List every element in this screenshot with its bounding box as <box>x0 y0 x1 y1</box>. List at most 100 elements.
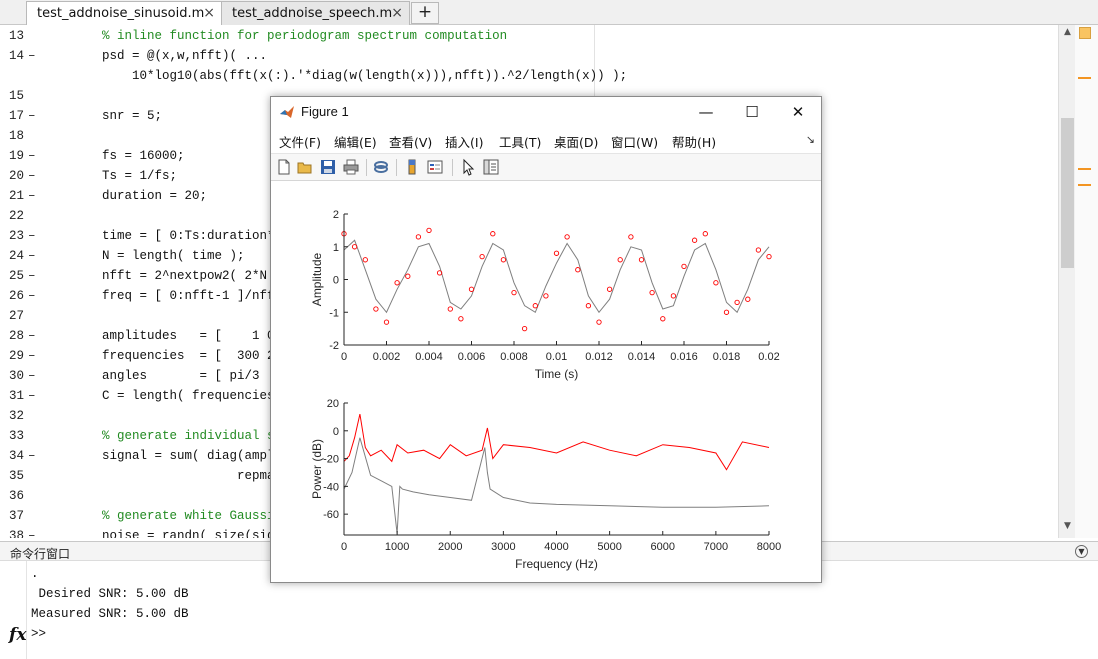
breakpoint-marker[interactable]: – <box>28 326 36 346</box>
breakpoint-marker[interactable]: – <box>28 226 36 246</box>
data-point-marker <box>670 293 677 299</box>
dock-arrow-icon[interactable]: ↘ <box>806 133 815 146</box>
breakpoint-marker[interactable]: – <box>28 366 36 386</box>
line-number: 36 <box>8 489 24 503</box>
close-icon[interactable]: × <box>391 5 403 21</box>
x-axis-label: Frequency (Hz) <box>515 557 598 571</box>
toolbar-separator <box>396 159 397 176</box>
data-point-marker <box>543 293 549 299</box>
line-number: 29 <box>8 349 24 363</box>
colorbar-icon[interactable] <box>403 158 421 176</box>
code-line[interactable]: 14– psd = @(x,w,nfft)( ... <box>0 46 1058 66</box>
y-axis-label: Amplitude <box>310 253 324 307</box>
code-text: noise = randn( size(signa <box>42 529 290 538</box>
tab-test-addnoise-sinusoid[interactable]: test_addnoise_sinusoid.m × <box>26 1 222 26</box>
warning-marker[interactable] <box>1078 77 1091 79</box>
x-tick-label: 7000 <box>704 541 728 553</box>
close-icon[interactable]: × <box>203 5 215 21</box>
menu-view[interactable]: 查看(V) <box>389 132 432 151</box>
line-number: 31 <box>8 389 24 403</box>
command-output-line: Measured SNR: 5.00 dB <box>31 607 189 621</box>
close-window-icon[interactable]: ✕ <box>783 101 813 123</box>
code-line[interactable]: 10*log10(abs(fft(x(:).'*diag(w(length(x)… <box>0 66 1058 86</box>
code-text: freq = [ 0:nfft-1 ]/nfft* <box>42 289 290 303</box>
warning-indicator-icon[interactable] <box>1079 27 1091 39</box>
data-point-marker <box>681 263 687 270</box>
code-comment: % generate individual sin <box>42 429 290 443</box>
scroll-up-icon[interactable]: ▲ <box>1059 25 1076 40</box>
code-text: amplitudes = [ 1 0.2 <box>42 329 290 343</box>
print-icon[interactable] <box>342 158 360 176</box>
save-icon[interactable] <box>319 158 337 176</box>
data-point-marker <box>351 244 358 250</box>
figure-window[interactable]: Figure 1 — ☐ ✕ 文件(F) 编辑(E) 查看(V) 插入(I) 工… <box>270 96 822 583</box>
data-point-marker <box>723 309 730 315</box>
x-tick-label: 0.01 <box>546 351 567 363</box>
line-number: 24 <box>8 249 24 263</box>
line-number: 20 <box>8 169 24 183</box>
figure-title-bar[interactable]: Figure 1 — ☐ ✕ <box>271 97 821 127</box>
warning-marker[interactable] <box>1078 168 1091 170</box>
scrollbar-thumb[interactable] <box>1061 118 1074 268</box>
code-text: nfft = 2^nextpow2( 2*N ); <box>42 269 290 283</box>
line-number: 15 <box>8 89 24 103</box>
breakpoint-marker[interactable]: – <box>28 266 36 286</box>
plot-browser-icon[interactable] <box>482 158 500 176</box>
menu-insert[interactable]: 插入(I) <box>445 132 483 151</box>
breakpoint-marker[interactable]: – <box>28 386 36 406</box>
new-figure-icon[interactable] <box>275 158 293 176</box>
tab-test-addnoise-speech[interactable]: test_addnoise_speech.m × <box>221 1 410 25</box>
line-number: 35 <box>8 469 24 483</box>
panel-actions-icon[interactable]: ▼ <box>1075 545 1088 558</box>
line-number: 17 <box>8 109 24 123</box>
maximize-icon[interactable]: ☐ <box>737 101 767 123</box>
command-output-line: . <box>31 567 39 581</box>
open-file-icon[interactable] <box>296 158 314 176</box>
warning-marker[interactable] <box>1078 184 1091 186</box>
menu-tools[interactable]: 工具(T) <box>499 132 541 151</box>
figure-plots[interactable]: 0 0.002 0.004 0.006 0.008 0.01 0.012 0.014 0.016… <box>271 182 821 582</box>
menu-file[interactable]: 文件(F) <box>279 132 321 151</box>
breakpoint-marker[interactable]: – <box>28 186 36 206</box>
breakpoint-marker[interactable]: – <box>28 146 36 166</box>
breakpoint-marker[interactable]: – <box>28 286 36 306</box>
code-text: psd = @(x,w,nfft)( ... <box>42 49 268 63</box>
breakpoint-marker[interactable]: – <box>28 106 36 126</box>
menu-window[interactable]: 窗口(W) <box>611 132 658 151</box>
figure-title: Figure 1 <box>301 104 349 119</box>
edit-plot-icon[interactable] <box>459 158 477 176</box>
breakpoint-marker[interactable]: – <box>28 446 36 466</box>
code-line[interactable]: 13 % inline function for periodogram spe… <box>0 26 1058 46</box>
breakpoint-marker[interactable]: – <box>28 346 36 366</box>
editor-scrollbar[interactable]: ▲ ▼ <box>1058 25 1075 538</box>
code-comment: % inline function for periodogram spectr… <box>42 29 508 43</box>
data-point-marker <box>500 257 507 263</box>
new-tab-button[interactable]: + <box>411 2 439 24</box>
line-number: 38 <box>8 529 24 538</box>
legend-icon[interactable] <box>426 158 444 176</box>
breakpoint-marker[interactable]: – <box>28 46 36 66</box>
command-window-title: 命令行窗口 <box>10 547 71 561</box>
menu-help[interactable]: 帮助(H) <box>672 132 716 151</box>
breakpoint-marker[interactable]: – <box>28 166 36 186</box>
code-text: Ts = 1/fs; <box>42 169 178 183</box>
data-point-marker <box>553 250 560 256</box>
scroll-down-icon[interactable]: ▼ <box>1059 519 1076 534</box>
data-point-marker <box>394 280 400 286</box>
command-prompt[interactable]: >> <box>31 627 46 641</box>
code-text: duration = 20; <box>42 189 208 203</box>
menu-edit[interactable]: 编辑(E) <box>334 132 377 151</box>
menu-desktop[interactable]: 桌面(D) <box>554 132 598 151</box>
y-tick-label: 0 <box>333 426 339 438</box>
x-tick-label: 0.02 <box>758 351 779 363</box>
link-plot-icon[interactable] <box>372 158 390 176</box>
line-number: 25 <box>8 269 24 283</box>
data-point-marker <box>575 267 581 273</box>
figure-canvas[interactable]: 0 0.002 0.004 0.006 0.008 0.01 0.012 0.014 0.016… <box>271 182 821 582</box>
minimize-icon[interactable]: — <box>691 101 721 123</box>
data-point-marker <box>649 289 655 296</box>
breakpoint-marker[interactable]: – <box>28 526 36 538</box>
breakpoint-marker[interactable]: – <box>28 246 36 266</box>
y-tick-label: -20 <box>323 454 339 466</box>
function-browser-icon[interactable]: fx <box>9 625 26 645</box>
